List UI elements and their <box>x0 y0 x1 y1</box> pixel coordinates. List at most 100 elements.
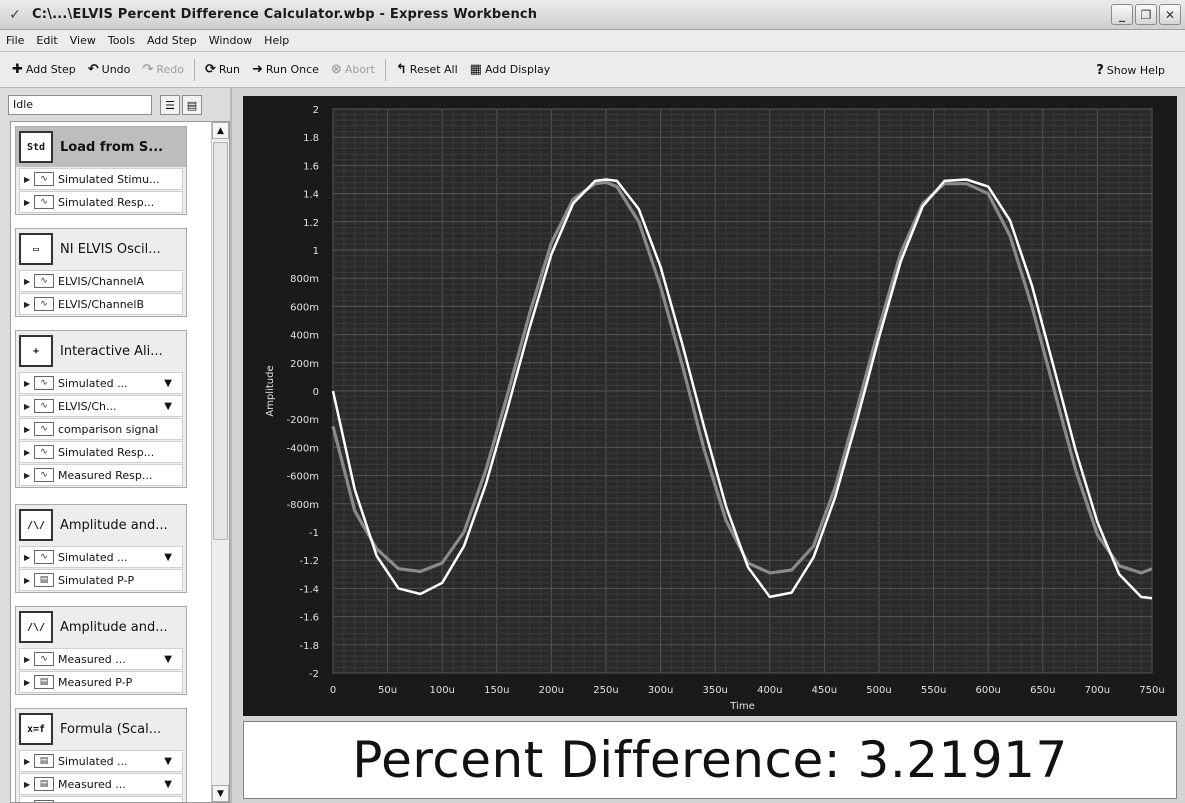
detail-view-icon[interactable]: ▤ <box>182 95 202 115</box>
signal-row[interactable]: ▶ ∿ ELVIS/ChannelB <box>19 293 183 315</box>
menu-help[interactable]: Help <box>258 34 295 47</box>
minimize-icon[interactable]: _ <box>1111 4 1133 25</box>
expand-arrow-icon[interactable]: ▶ <box>24 402 30 411</box>
signal-row[interactable]: ▶ ∿ ELVIS/ChannelA <box>19 270 183 292</box>
expand-arrow-icon[interactable]: ▶ <box>24 678 30 687</box>
arrow-right-icon: ➜ <box>251 62 263 77</box>
add-step-button[interactable]: ✚ Add Step <box>6 58 82 82</box>
step-block[interactable]: /\/ Amplitude and... ▶ ∿ Measured ... ▼ ▶ ▤ Meas… <box>15 606 187 695</box>
signal-row[interactable]: ▶ ∿ Simulated Stimu... <box>19 168 183 190</box>
signal-row[interactable]: ▶ ▤ Simulated ... ▼ <box>19 750 183 772</box>
step-header[interactable]: /\/ Amplitude and... <box>16 607 186 647</box>
run-button[interactable]: ⟳ Run <box>199 58 246 82</box>
menu-add-step[interactable]: Add Step <box>141 34 203 47</box>
y-tick-label: 800m <box>290 274 319 285</box>
add-display-button[interactable]: ▦ Add Display <box>464 58 557 82</box>
signal-row[interactable]: ▶▤Percent Differe... <box>19 796 183 802</box>
signal-row[interactable]: ▶ ∿ Measured Resp... <box>19 464 183 486</box>
signal-row[interactable]: ▶ ∿ Simulated Resp... <box>19 191 183 213</box>
step-header[interactable]: + Interactive Ali... <box>16 331 186 371</box>
expand-arrow-icon[interactable]: ▶ <box>24 471 30 480</box>
signal-row[interactable]: ▶ ▤ Measured ... ▼ <box>19 773 183 795</box>
scroll-up-icon[interactable]: ▲ <box>212 122 229 139</box>
step-block[interactable]: Std Load from S... ▶ ∿ Simulated Stimu... ▶ ∿ S… <box>15 126 187 215</box>
step-header[interactable]: /\/ Amplitude and... <box>16 505 186 545</box>
expand-arrow-icon[interactable]: ▶ <box>24 448 30 457</box>
dropdown-arrow-icon[interactable]: ▼ <box>164 401 172 412</box>
signal-row[interactable]: ▶ ∿ Simulated Resp... <box>19 441 183 463</box>
signal-label: ELVIS/Ch... <box>58 399 117 413</box>
menu-edit[interactable]: Edit <box>30 34 63 47</box>
list-view-icon[interactable]: ☰ <box>160 95 180 115</box>
scroll-down-icon[interactable]: ▼ <box>212 785 229 802</box>
y-tick-label: -2 <box>309 669 319 680</box>
dropdown-arrow-icon[interactable]: ▼ <box>164 378 172 389</box>
step-block[interactable]: x=f Formula (Scal... ▶ ▤ Simulated ... ▼ ▶ ▤ Mea… <box>15 708 187 802</box>
y-axis-label: Amplitude <box>265 365 276 416</box>
undo-button[interactable]: ↶ Undo <box>82 58 137 82</box>
menu-view[interactable]: View <box>64 34 102 47</box>
step-block[interactable]: ▭ NI ELVIS Oscil... ▶ ∿ ELVIS/ChannelA ▶ ∿ ELVI… <box>15 228 187 317</box>
dropdown-arrow-icon[interactable]: ▼ <box>164 654 172 665</box>
signal-row[interactable]: ▶ ∿ Simulated ... ▼ <box>19 546 183 568</box>
reset-all-button[interactable]: ↰ Reset All <box>390 58 464 82</box>
signal-row[interactable]: ▶ ∿ comparison signal <box>19 418 183 440</box>
expand-arrow-icon[interactable]: ▶ <box>24 175 30 184</box>
dropdown-arrow-icon[interactable]: ▼ <box>164 756 172 767</box>
signal-row[interactable]: ▶ ▤ Simulated P-P <box>19 569 183 591</box>
y-tick-label: -1.2 <box>299 556 319 567</box>
waveform-icon: ∿ <box>34 399 54 413</box>
menu-file[interactable]: File <box>0 34 30 47</box>
abort-button[interactable]: ⊗ Abort <box>325 58 381 82</box>
dropdown-arrow-icon[interactable]: ▼ <box>164 779 172 790</box>
y-tick-label: -1.8 <box>299 641 319 652</box>
scroll-thumb[interactable] <box>213 142 228 540</box>
step-block[interactable]: /\/ Amplitude and... ▶ ∿ Simulated ... ▼ ▶ ▤ Sim… <box>15 504 187 593</box>
restore-icon[interactable]: ❐ <box>1135 4 1157 25</box>
menu-tools[interactable]: Tools <box>102 34 141 47</box>
x-tick-label: 700u <box>1085 685 1110 696</box>
signal-label: ELVIS/ChannelB <box>58 297 145 311</box>
step-block[interactable]: + Interactive Ali... ▶ ∿ Simulated ... ▼ ▶ ∿ ELV… <box>15 330 187 488</box>
expand-arrow-icon[interactable]: ▶ <box>24 655 30 664</box>
signal-label: Measured P-P <box>58 675 133 689</box>
step-header[interactable]: x=f Formula (Scal... <box>16 709 186 749</box>
signal-row[interactable]: ▶ ∿ Simulated ... ▼ <box>19 372 183 394</box>
close-icon[interactable]: ✕ <box>1159 4 1181 25</box>
expand-arrow-icon[interactable]: ▶ <box>24 379 30 388</box>
expand-arrow-icon[interactable]: ▶ <box>24 198 30 207</box>
expand-arrow-icon[interactable]: ▶ <box>24 553 30 562</box>
dropdown-arrow-icon[interactable]: ▼ <box>164 552 172 563</box>
x-tick-label: 350u <box>702 685 727 696</box>
step-header[interactable]: ▭ NI ELVIS Oscil... <box>16 229 186 269</box>
y-tick-label: 400m <box>290 331 319 342</box>
formula-icon: x=f <box>19 713 53 745</box>
step-header[interactable]: Std Load from S... <box>16 127 186 167</box>
waveform-icon: ∿ <box>34 652 54 666</box>
numeric-icon: ▤ <box>34 777 54 791</box>
steps-scrollbar[interactable]: ▲ ▼ <box>211 122 229 802</box>
y-tick-label: 2 <box>313 105 319 116</box>
expand-arrow-icon[interactable]: ▶ <box>24 757 30 766</box>
signal-row[interactable]: ▶ ∿ Measured ... ▼ <box>19 648 183 670</box>
redo-icon: ↷ <box>142 62 154 77</box>
menu-window[interactable]: Window <box>203 34 258 47</box>
x-tick-label: 250u <box>593 685 618 696</box>
expand-arrow-icon[interactable]: ▶ <box>24 425 30 434</box>
signal-row[interactable]: ▶ ▤ Measured P-P <box>19 671 183 693</box>
expand-arrow-icon[interactable]: ▶ <box>24 300 30 309</box>
signal-label: comparison signal <box>58 422 159 436</box>
y-tick-label: 1 <box>313 246 319 257</box>
steps-list: ▲ ▼ Std Load from S... ▶ ∿ Simulated Stimu..… <box>10 121 230 803</box>
redo-button[interactable]: ↷ Redo <box>136 58 190 82</box>
help-icon: ? <box>1096 62 1104 78</box>
expand-arrow-icon[interactable]: ▶ <box>24 277 30 286</box>
steps-panel: Idle ☰ ▤ ▲ ▼ Std Load from S... ▶ ∿ Simulate… <box>0 88 232 803</box>
expand-arrow-icon[interactable]: ▶ <box>24 780 30 789</box>
expand-arrow-icon[interactable]: ▶ <box>24 576 30 585</box>
show-help-button[interactable]: ? Show Help <box>1090 58 1171 82</box>
x-tick-label: 500u <box>866 685 891 696</box>
load-icon: Std <box>19 131 53 163</box>
signal-row[interactable]: ▶ ∿ ELVIS/Ch... ▼ <box>19 395 183 417</box>
run-once-button[interactable]: ➜ Run Once <box>246 58 325 82</box>
